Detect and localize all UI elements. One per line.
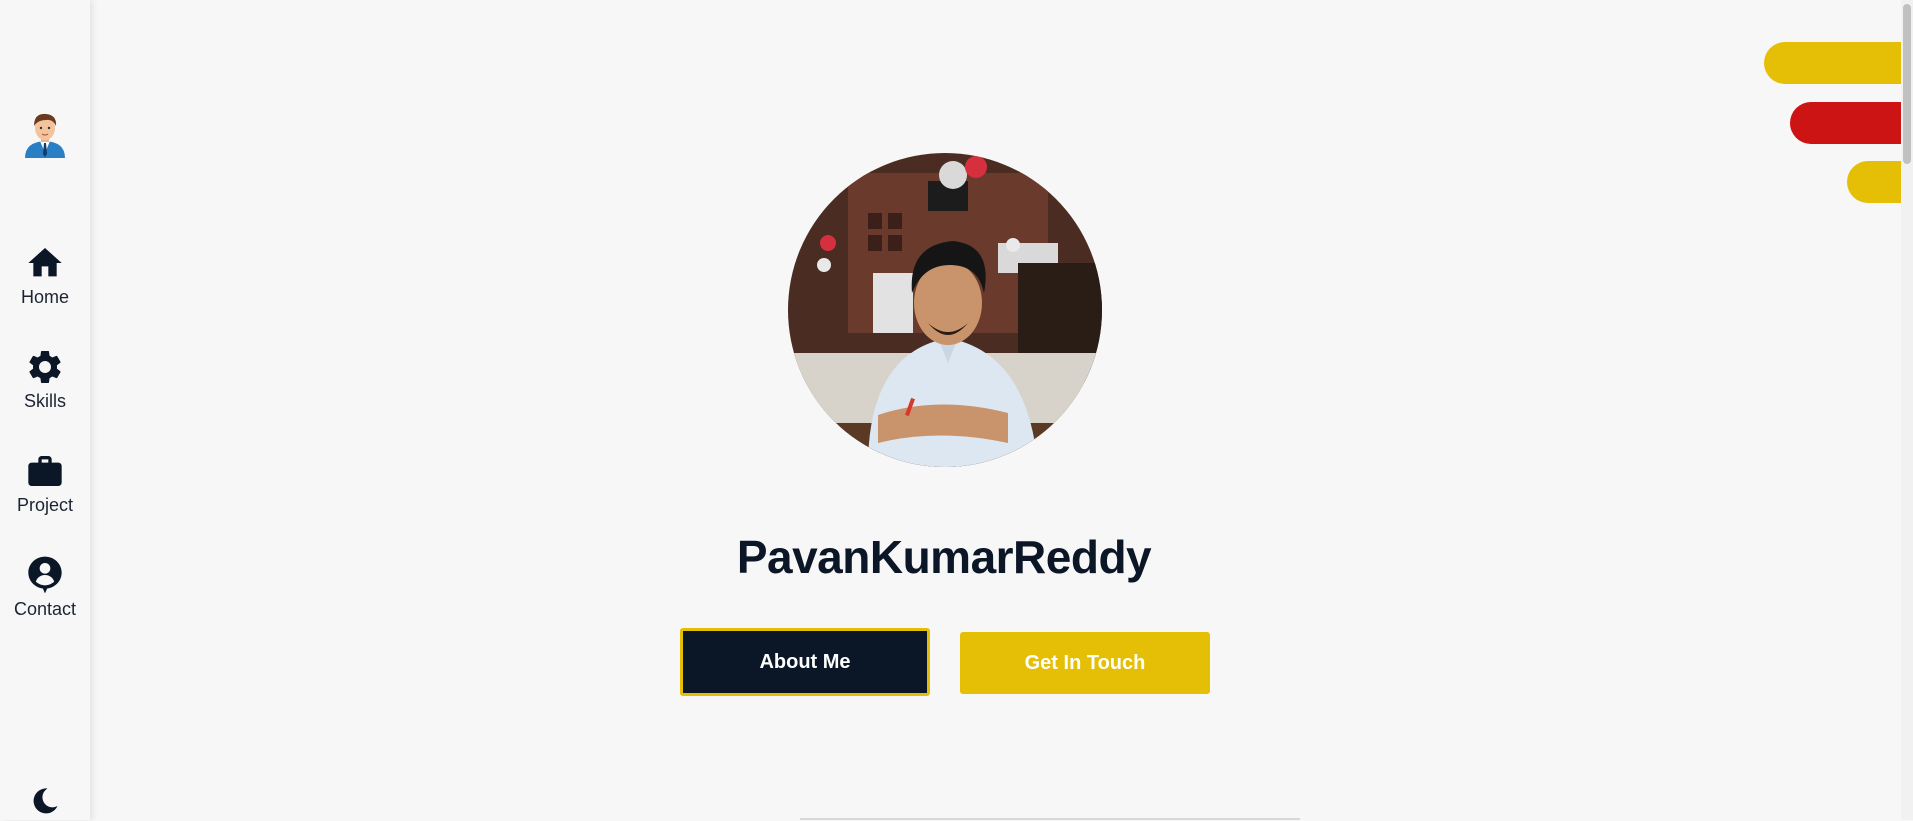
nav-label-contact: Contact <box>13 599 77 619</box>
moon-icon[interactable] <box>30 786 60 816</box>
nav-item-skills[interactable]: Skills <box>0 347 90 412</box>
home-icon <box>28 248 62 277</box>
get-in-touch-button[interactable]: Get In Touch <box>960 632 1210 694</box>
briefcase-icon <box>28 456 62 486</box>
decor-bar-red <box>1790 102 1901 144</box>
decor-bar-yellow-bottom <box>1847 161 1901 203</box>
nav-item-home[interactable]: Home <box>0 243 90 308</box>
nav-label-home: Home <box>20 287 69 307</box>
sidebar: Home Skills Project Contact <box>0 0 90 820</box>
contact-icon <box>28 556 62 594</box>
profile-name: PavanKumarReddy <box>736 531 1152 583</box>
about-me-button[interactable]: About Me <box>680 628 930 696</box>
nav-item-contact[interactable]: Contact <box>0 555 90 620</box>
nav-label-skills: Skills <box>23 391 66 411</box>
nav-item-project[interactable]: Project <box>0 451 90 516</box>
main-content: PavanKumarReddy About Me Get In Touch <box>90 0 1913 820</box>
scrollbar[interactable] <box>1901 0 1913 820</box>
avatar-icon[interactable] <box>20 108 70 158</box>
profile-photo <box>788 153 1102 467</box>
gear-icon <box>29 351 61 383</box>
scrollbar-thumb[interactable] <box>1903 4 1911 164</box>
nav-label-project: Project <box>16 495 74 515</box>
decor-bar-yellow-top <box>1764 42 1901 84</box>
